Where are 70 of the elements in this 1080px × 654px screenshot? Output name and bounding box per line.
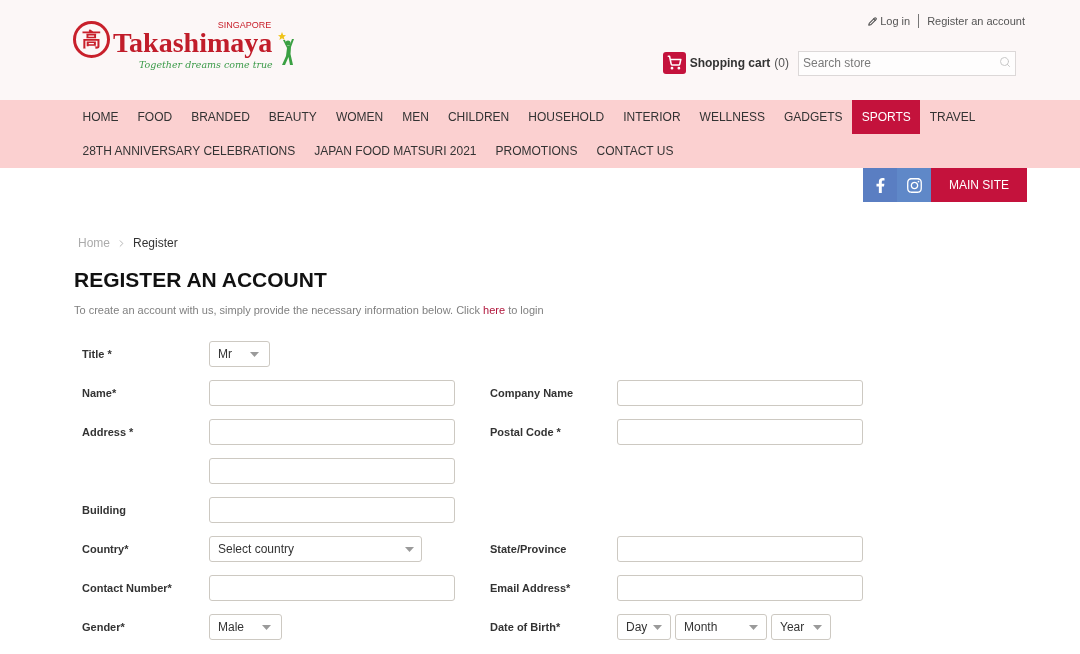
field-label: Date of Birth* <box>490 619 561 635</box>
nav-item[interactable]: WOMEN <box>326 100 393 134</box>
cart-icon[interactable] <box>662 51 686 74</box>
search-icon[interactable] <box>999 56 1011 68</box>
login-link[interactable]: here <box>483 304 506 316</box>
logo-wordmark: Takashimaya <box>113 30 273 56</box>
nav-item[interactable]: 28TH ANNIVERSARY CELEBRATIONS <box>73 134 305 168</box>
dropdown[interactable]: Day <box>617 614 671 640</box>
caret-icon <box>813 624 822 630</box>
nav-item[interactable]: CONTACT US <box>587 134 683 168</box>
main-site-button[interactable]: MAIN SITE <box>931 168 1027 202</box>
register-link[interactable]: Register an account <box>927 12 1025 30</box>
input-field[interactable] <box>209 575 455 601</box>
logo-region: SINGAPORE <box>217 21 272 30</box>
dropdown[interactable]: Year <box>771 614 831 640</box>
pencil-icon <box>868 16 878 26</box>
field-label: Company Name <box>490 385 574 401</box>
nav-item[interactable]: GADGETS <box>774 100 853 134</box>
nav-item[interactable]: INTERIOR <box>613 100 691 134</box>
nav-item[interactable]: BRANDED <box>181 100 260 134</box>
nav-item[interactable]: HOME <box>73 100 128 134</box>
field-label: Email Address* <box>490 580 571 596</box>
field-label: Name* <box>82 385 117 401</box>
nav-item[interactable]: MEN <box>392 100 439 134</box>
nav-item[interactable]: BEAUTY <box>259 100 327 134</box>
nav-item[interactable]: TRAVEL <box>920 100 986 134</box>
facebook-icon[interactable] <box>863 168 897 202</box>
input-field[interactable] <box>617 419 863 445</box>
dropdown[interactable]: Male <box>209 614 282 640</box>
field-label: State/Province <box>490 541 567 557</box>
nav-item[interactable]: FOOD <box>128 100 182 134</box>
caret-icon <box>749 624 758 630</box>
breadcrumb-text: Register <box>133 235 178 252</box>
caret-icon <box>653 624 662 630</box>
nav-item[interactable]: WELLNESS <box>690 100 775 134</box>
person-star-icon <box>278 32 296 66</box>
nav-item[interactable]: CHILDREN <box>438 100 519 134</box>
field-label: Title * <box>82 346 112 362</box>
intro-text: To create an account with us, simply provide the necessary information below. Click here to login <box>74 303 544 317</box>
nav-item[interactable]: PROMOTIONS <box>486 134 588 168</box>
nav-item[interactable]: HOUSEHOLD <box>518 100 614 134</box>
caret-icon <box>250 351 259 357</box>
field-label: Country* <box>82 541 129 557</box>
logo-emblem: 高 <box>73 21 110 58</box>
dropdown[interactable]: Mr <box>209 341 270 367</box>
logo-tagline: Together dreams come true <box>139 58 273 72</box>
cart-link[interactable]: Shopping cart <box>689 53 771 72</box>
instagram-icon[interactable] <box>897 168 931 202</box>
field-label: Contact Number* <box>82 580 172 596</box>
field-label: Address * <box>82 424 134 440</box>
dropdown[interactable]: Month <box>675 614 767 640</box>
nav-item[interactable]: SPORTS <box>852 100 921 134</box>
page-title: REGISTER AN ACCOUNT <box>74 268 327 292</box>
dropdown[interactable]: Select country <box>209 536 422 562</box>
search-field[interactable]: Search store <box>798 50 1016 76</box>
caret-icon <box>262 624 271 630</box>
field-label: Building <box>82 502 126 518</box>
input-field[interactable] <box>617 380 863 406</box>
field-label: Postal Code * <box>490 424 561 440</box>
login-link[interactable]: Log in <box>868 12 911 30</box>
input-field[interactable] <box>209 380 455 406</box>
input-field[interactable] <box>209 419 455 445</box>
input-field[interactable] <box>617 575 863 601</box>
input-field[interactable] <box>209 497 455 523</box>
field-label: Gender* <box>82 619 125 635</box>
nav-item[interactable]: JAPAN FOOD MATSURI 2021 <box>304 134 486 168</box>
input-field[interactable] <box>617 536 863 562</box>
cart-count: (0) <box>774 54 789 72</box>
input-field[interactable] <box>209 458 455 484</box>
caret-icon <box>405 546 414 552</box>
